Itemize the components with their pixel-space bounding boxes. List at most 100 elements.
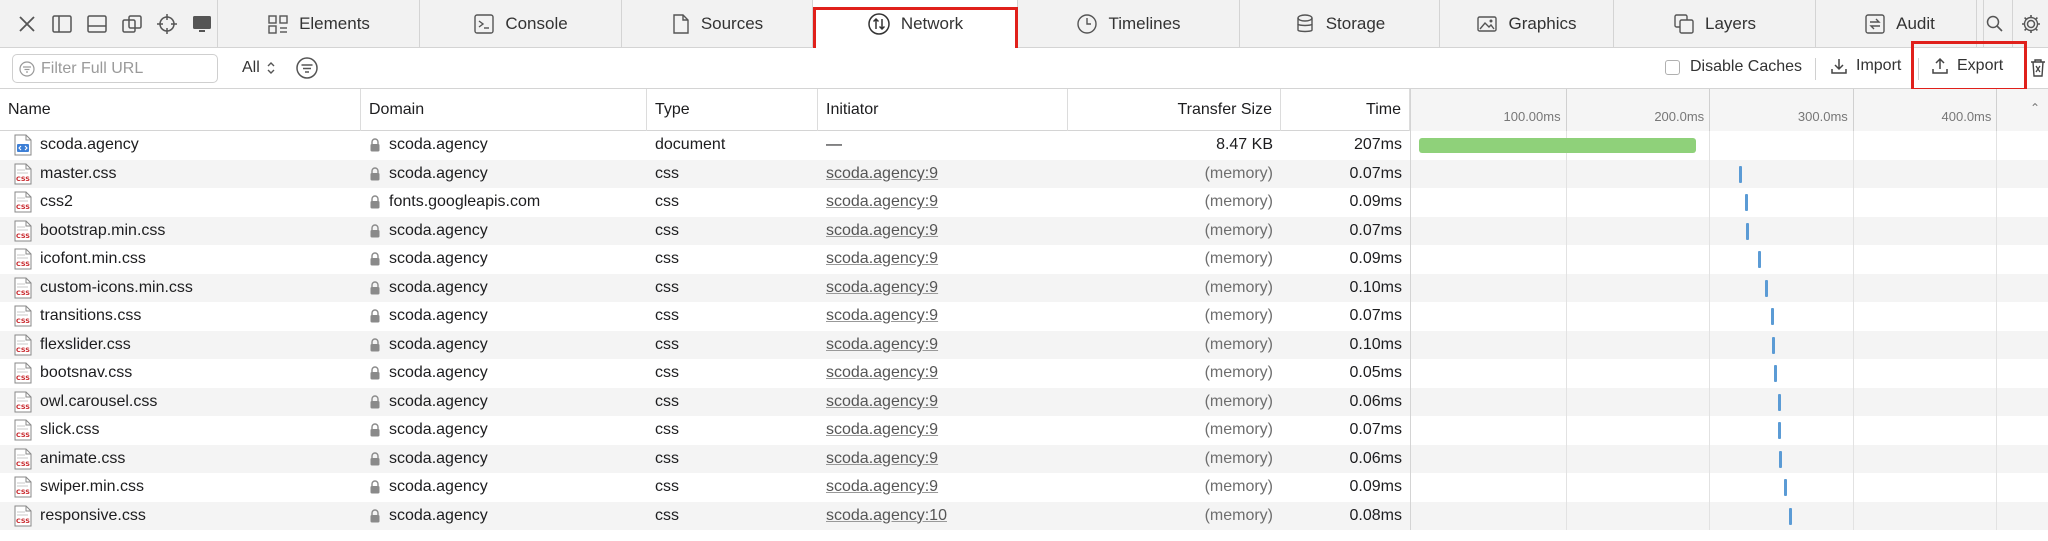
cell-name[interactable]: CSS css2 [0,188,361,217]
table-row[interactable]: CSS slick.css scoda.agency css scoda.age… [0,416,2048,445]
column-header-initiator[interactable]: Initiator [818,89,1068,131]
waterfall-tick[interactable] [1778,422,1781,439]
column-header-name[interactable]: Name [0,89,361,131]
initiator-link[interactable]: scoda.agency:10 [826,507,947,525]
search-button[interactable] [1976,0,2012,48]
disable-caches-checkbox[interactable] [1665,59,1680,75]
table-row[interactable]: CSS custom-icons.min.css scoda.agency cs… [0,273,2048,303]
column-header-transfer-size[interactable]: Transfer Size [1068,89,1281,131]
table-row[interactable]: CSS animate.css scoda.agency css scoda.a… [0,444,2048,474]
waterfall-tick[interactable] [1779,450,1783,468]
waterfall-tick[interactable] [1746,222,1750,240]
tab-graphics[interactable]: Graphics [1440,0,1614,48]
tab-network[interactable]: Network [813,0,1018,48]
initiator-link[interactable]: scoda.agency:9 [826,393,938,411]
tab-storage[interactable]: Storage [1240,0,1440,48]
dock-left-icon[interactable] [47,8,76,40]
cell-waterfall[interactable] [1410,273,2048,302]
column-header-domain[interactable]: Domain [361,89,647,131]
cell-waterfall[interactable] [1410,188,2048,217]
cell-name[interactable]: CSS flexslider.css [0,331,361,360]
tab-elements[interactable]: Elements [218,0,420,48]
cell-waterfall[interactable] [1410,159,2048,188]
initiator-link[interactable]: scoda.agency:9 [826,250,938,268]
waterfall-tick[interactable] [1789,507,1793,525]
cell-waterfall[interactable] [1410,473,2048,502]
disable-caches-toggle[interactable]: Disable Caches [1665,58,1802,76]
export-button[interactable]: Export [1931,57,2003,75]
cell-name[interactable]: scoda.agency [0,131,361,160]
tab-console[interactable]: Console [420,0,622,48]
cell-waterfall[interactable] [1410,444,2048,473]
cell-waterfall[interactable] [1410,416,2048,445]
tab-layers[interactable]: Layers [1614,0,1816,48]
initiator-link[interactable]: scoda.agency:9 [826,279,938,297]
initiator-link[interactable]: scoda.agency:9 [826,450,938,468]
cell-name[interactable]: CSS slick.css [0,416,361,445]
column-header-waterfall[interactable]: ⌃ 100.00ms 200.0ms 300.0ms 400.0ms [1410,89,2048,131]
waterfall-bar[interactable] [1419,138,1697,153]
table-row[interactable]: CSS transitions.css scoda.agency css sco… [0,302,2048,331]
tab-timelines[interactable]: Timelines [1018,0,1240,48]
cell-name[interactable]: CSS master.css [0,160,361,189]
initiator-link[interactable]: scoda.agency:9 [826,307,938,325]
table-row[interactable]: CSS bootsnav.css scoda.agency css scoda.… [0,359,2048,388]
initiator-link[interactable]: scoda.agency:9 [826,364,938,382]
cell-name[interactable]: CSS animate.css [0,445,361,474]
import-button[interactable]: Import [1830,57,1901,75]
initiator-link[interactable]: scoda.agency:9 [826,478,938,496]
cell-name[interactable]: CSS swiper.min.css [0,473,361,502]
column-header-time[interactable]: Time [1281,89,1410,131]
initiator-link[interactable]: scoda.agency:9 [826,165,938,183]
table-row[interactable]: scoda.agency scoda.agency document — 8.4… [0,131,2048,160]
tab-audit[interactable]: Audit [1816,0,1984,48]
cell-waterfall[interactable] [1410,302,2048,331]
waterfall-tick[interactable] [1772,336,1776,354]
filter-options-icon[interactable] [295,56,319,80]
cell-name[interactable]: CSS bootsnav.css [0,359,361,388]
close-icon[interactable] [12,8,41,40]
waterfall-tick[interactable] [1744,194,1748,211]
waterfall-tick[interactable] [1739,165,1743,183]
cell-waterfall[interactable] [1410,501,2048,530]
waterfall-tick[interactable] [1765,279,1769,297]
initiator-link[interactable]: scoda.agency:9 [826,421,938,439]
cell-name[interactable]: CSS owl.carousel.css [0,388,361,417]
cell-waterfall[interactable] [1410,216,2048,245]
initiator-link[interactable]: scoda.agency:9 [826,222,938,240]
filter-url-field[interactable] [12,54,218,83]
column-header-type[interactable]: Type [647,89,818,131]
table-row[interactable]: CSS responsive.css scoda.agency css scod… [0,501,2048,530]
table-row[interactable]: CSS bootstrap.min.css scoda.agency css s… [0,216,2048,246]
initiator-link[interactable]: scoda.agency:9 [826,336,938,354]
initiator-link[interactable]: scoda.agency:9 [826,193,938,211]
table-row[interactable]: CSS css2 fonts.googleapis.com css scoda.… [0,188,2048,217]
table-row[interactable]: CSS swiper.min.css scoda.agency css scod… [0,473,2048,502]
undock-window-icon[interactable] [118,8,147,40]
table-row[interactable]: CSS owl.carousel.css scoda.agency css sc… [0,387,2048,417]
cell-name[interactable]: CSS transitions.css [0,302,361,331]
cell-waterfall[interactable] [1410,245,2048,274]
waterfall-tick[interactable] [1773,365,1777,382]
settings-button[interactable] [2012,0,2048,48]
tab-sources[interactable]: Sources [622,0,813,48]
cell-waterfall[interactable] [1410,330,2048,359]
cell-name[interactable]: CSS icofont.min.css [0,245,361,274]
device-settings-icon[interactable] [188,8,217,40]
clear-log-icon[interactable] [2029,58,2047,78]
dock-bottom-icon[interactable] [82,8,111,40]
cell-name[interactable]: CSS custom-icons.min.css [0,274,361,303]
waterfall-tick[interactable] [1770,308,1774,325]
cell-waterfall[interactable] [1410,359,2048,388]
cell-waterfall[interactable] [1410,131,2048,160]
table-row[interactable]: CSS flexslider.css scoda.agency css scod… [0,330,2048,360]
waterfall-tick[interactable] [1783,479,1787,496]
waterfall-tick[interactable] [1778,393,1781,411]
resource-type-select[interactable]: All [242,56,276,80]
cell-waterfall[interactable] [1410,387,2048,416]
filter-url-input[interactable] [41,59,211,78]
table-row[interactable]: CSS master.css scoda.agency css scoda.ag… [0,159,2048,189]
waterfall-tick[interactable] [1757,251,1761,268]
table-row[interactable]: CSS icofont.min.css scoda.agency css sco… [0,245,2048,274]
cell-name[interactable]: CSS bootstrap.min.css [0,217,361,246]
